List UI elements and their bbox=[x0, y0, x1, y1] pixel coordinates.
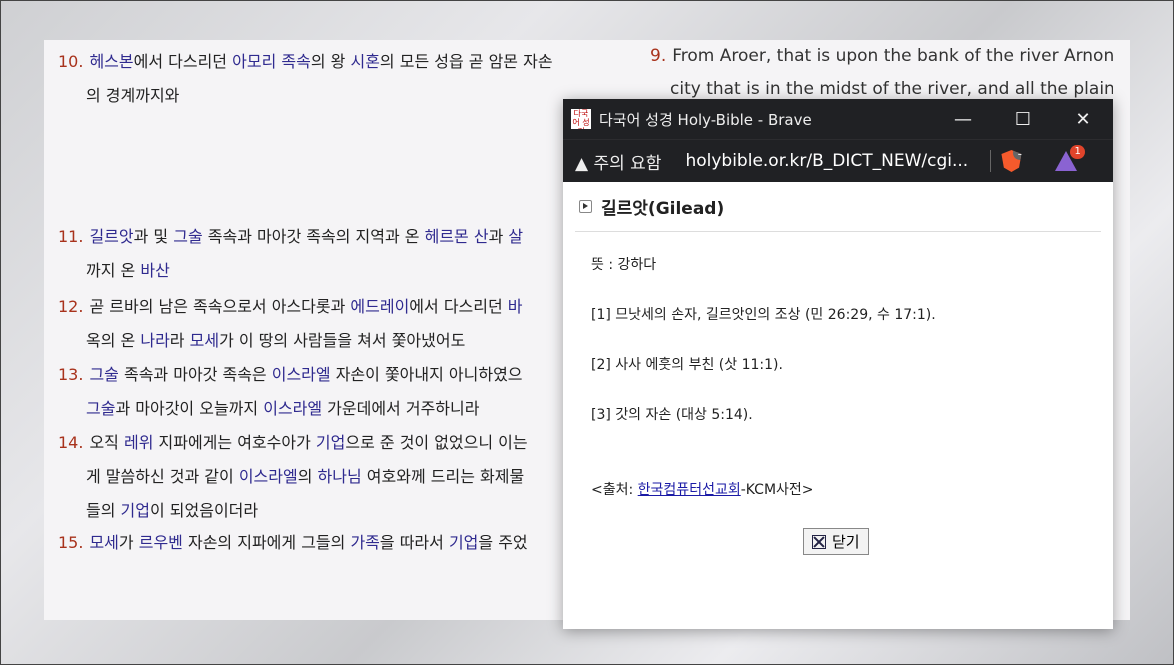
brave-shield-icon[interactable]: 5 bbox=[1001, 150, 1022, 172]
dictionary-link[interactable]: 그술 bbox=[89, 365, 118, 384]
verse-text: 자손의 지파에게 그들의 bbox=[182, 533, 351, 552]
source-link[interactable]: 한국컴퓨터선교회 bbox=[638, 482, 741, 498]
dictionary-link[interactable]: 모세 bbox=[89, 533, 118, 552]
dictionary-popup-window: 다국어 성경 다국어 성경 Holy-Bible - Brave — ☐ ✕ ▲… bbox=[563, 99, 1113, 629]
definition-1: [1] 므낫세의 손자, 길르앗인의 조상 (민 26:29, 수 17:1). bbox=[591, 307, 936, 323]
popup-content: 길르앗(Gilead) 뜻 : 강하다 [1] 므낫세의 손자, 길르앗인의 조… bbox=[563, 182, 1113, 642]
verse-text: 가운데에서 거주하니라 bbox=[322, 399, 480, 418]
close-box-icon bbox=[812, 534, 826, 549]
verse-9-line2: city that is in the midst of the river, … bbox=[670, 79, 1130, 99]
verse-10: 10. 헤스본에서 다스리던 아모리 족속의 왕 시혼의 모든 성읍 곧 암몬 자… bbox=[58, 45, 618, 113]
app-icon: 다국어 성경 bbox=[571, 109, 591, 129]
dictionary-link[interactable]: 이스라엘 bbox=[239, 467, 298, 486]
source-line: <출처: 한국컴퓨터선교회-KCM사전> bbox=[591, 482, 814, 498]
verse-13: 13. 그술 족속과 마아갓 족속은 이스라엘 자손이 쫓아내지 아니하였으 그술과… bbox=[58, 358, 618, 426]
dictionary-link[interactable]: 바산 bbox=[140, 261, 169, 280]
divider bbox=[990, 150, 992, 172]
dictionary-link[interactable]: 가족 bbox=[350, 533, 379, 552]
dictionary-link[interactable]: 레위 bbox=[124, 433, 153, 452]
verse-text: 곧 르바의 남은 족속으로서 아스다롯과 bbox=[89, 297, 351, 316]
verse-text: 가 bbox=[118, 533, 139, 552]
dictionary-link[interactable]: 기업 bbox=[121, 501, 150, 520]
dictionary-link[interactable]: 산 bbox=[474, 227, 489, 246]
verse-9-line1: 9. From Aroer, that is upon the bank of t… bbox=[650, 46, 1130, 66]
dictionary-link[interactable]: 나라 bbox=[140, 331, 169, 350]
verse-text: 에서 다스리던 bbox=[133, 52, 233, 71]
minimize-button[interactable]: — bbox=[933, 109, 993, 130]
verse-number: 10. bbox=[58, 52, 84, 71]
verse-text: 족속과 마아갓 족속은 bbox=[118, 365, 272, 384]
dictionary-link[interactable]: 바 bbox=[508, 297, 523, 316]
verse-text: 게 말씀하신 것과 같이 bbox=[86, 467, 239, 486]
verse-12: 12. 곧 르바의 남은 족속으로서 아스다롯과 에드레이에서 다스리던 바옥의 … bbox=[58, 290, 618, 358]
dictionary-link[interactable]: 헤스본 bbox=[89, 52, 133, 71]
verse-text: 을 따라서 bbox=[379, 533, 449, 552]
verse-text: 과 bbox=[488, 227, 509, 246]
window-title: 다국어 성경 Holy-Bible - Brave bbox=[599, 110, 812, 129]
dictionary-link[interactable]: 에드레이 bbox=[350, 297, 409, 316]
verse-text: 의 경계까지와 bbox=[86, 86, 180, 105]
dictionary-link[interactable]: 족속 bbox=[281, 52, 310, 71]
verse-text: 오직 bbox=[89, 433, 124, 452]
verse-11: 11. 길르앗과 및 그술 족속과 마아갓 족속의 지역과 온 헤르몬 산과 살까… bbox=[58, 220, 618, 288]
page-scrollbar[interactable] bbox=[1113, 40, 1130, 620]
dictionary-link[interactable]: 이스라엘 bbox=[272, 365, 331, 384]
close-dialog-button[interactable]: 닫기 bbox=[803, 528, 869, 555]
verse-text: 에서 다스리던 bbox=[409, 297, 508, 316]
verse-number: 9. bbox=[650, 46, 667, 66]
shield-count-badge: 5 bbox=[1013, 150, 1022, 160]
dictionary-link[interactable]: 이스라엘 bbox=[263, 399, 322, 418]
security-warning[interactable]: ▲ 주의 요함 bbox=[575, 149, 661, 174]
dictionary-link[interactable]: 헤르몬 bbox=[425, 227, 469, 246]
dictionary-link[interactable]: 시혼 bbox=[350, 52, 379, 71]
verse-text: 의 bbox=[297, 467, 318, 486]
verse-text: 으로 준 것이 없었으니 이는 bbox=[345, 433, 528, 452]
dictionary-link[interactable]: 기업 bbox=[316, 433, 345, 452]
dictionary-link[interactable]: 길르앗 bbox=[89, 227, 133, 246]
verse-text: 지파에게는 여호수아가 bbox=[153, 433, 316, 452]
verse-text: 을 주었 bbox=[478, 533, 528, 552]
title-divider bbox=[575, 231, 1101, 232]
verse-text: 과 마아갓이 오늘까지 bbox=[115, 399, 264, 418]
verse-text: 자손이 쫓아내지 아니하였으 bbox=[330, 365, 523, 384]
verse-text: 의 왕 bbox=[310, 52, 351, 71]
verse-text: 가 이 땅의 사람들을 쳐서 쫓아냈어도 bbox=[219, 331, 466, 350]
verse-14: 14. 오직 레위 지파에게는 여호수아가 기업으로 준 것이 없었으니 이는 게 … bbox=[58, 426, 618, 528]
alert-count-badge: 1 bbox=[1070, 145, 1085, 159]
dictionary-link[interactable]: 그술 bbox=[86, 399, 115, 418]
verse-text: 이 되었음이더라 bbox=[149, 501, 259, 520]
verse-number: 15. bbox=[58, 533, 84, 552]
url-field[interactable]: holybible.or.kr/B_DICT_NEW/cgi... bbox=[685, 151, 980, 171]
dictionary-link[interactable]: 살 bbox=[508, 227, 523, 246]
verse-text: 족속과 마아갓 족속의 지역과 온 bbox=[202, 227, 425, 246]
verse-15: 15. 모세가 르우벤 자손의 지파에게 그들의 가족을 따라서 기업을 주었 bbox=[58, 526, 618, 560]
verse-number: 11. bbox=[58, 227, 84, 246]
address-bar: ▲ 주의 요함 holybible.or.kr/B_DICT_NEW/cgi..… bbox=[563, 139, 1113, 182]
dictionary-link[interactable]: 하나님 bbox=[318, 467, 362, 486]
verse-text: 옥의 온 bbox=[86, 331, 141, 350]
dictionary-link[interactable]: 그술 bbox=[173, 227, 202, 246]
brave-rewards-icon[interactable]: 1 bbox=[1055, 145, 1085, 171]
verse-number: 12. bbox=[58, 297, 84, 316]
verse-text: 과 및 bbox=[133, 227, 174, 246]
verse-number: 14. bbox=[58, 433, 84, 452]
dictionary-link[interactable]: 모세 bbox=[190, 331, 219, 350]
definition-3: [3] 갓의 자손 (대상 5:14). bbox=[591, 407, 753, 423]
play-icon[interactable] bbox=[579, 200, 592, 213]
entry-meaning: 뜻 : 강하다 bbox=[591, 257, 657, 273]
verse-text: 의 모든 성읍 곧 암몬 자손 bbox=[379, 52, 553, 71]
window-titlebar[interactable]: 다국어 성경 다국어 성경 Holy-Bible - Brave — ☐ ✕ bbox=[563, 99, 1113, 139]
definition-2: [2] 사사 에훗의 부친 (삿 11:1). bbox=[591, 357, 783, 373]
dictionary-link[interactable]: 르우벤 bbox=[139, 533, 183, 552]
verse-text: 라 bbox=[169, 331, 190, 350]
maximize-button[interactable]: ☐ bbox=[993, 109, 1053, 130]
verse-text: 여호와께 드리는 화제물 bbox=[361, 467, 525, 486]
dictionary-link[interactable]: 기업 bbox=[449, 533, 478, 552]
close-window-button[interactable]: ✕ bbox=[1053, 109, 1113, 130]
verse-text: 들의 bbox=[86, 501, 121, 520]
verse-number: 13. bbox=[58, 365, 84, 384]
dictionary-link[interactable]: 아모리 bbox=[232, 52, 276, 71]
entry-title: 길르앗(Gilead) bbox=[579, 194, 1097, 219]
verse-text: 까지 온 bbox=[86, 261, 141, 280]
